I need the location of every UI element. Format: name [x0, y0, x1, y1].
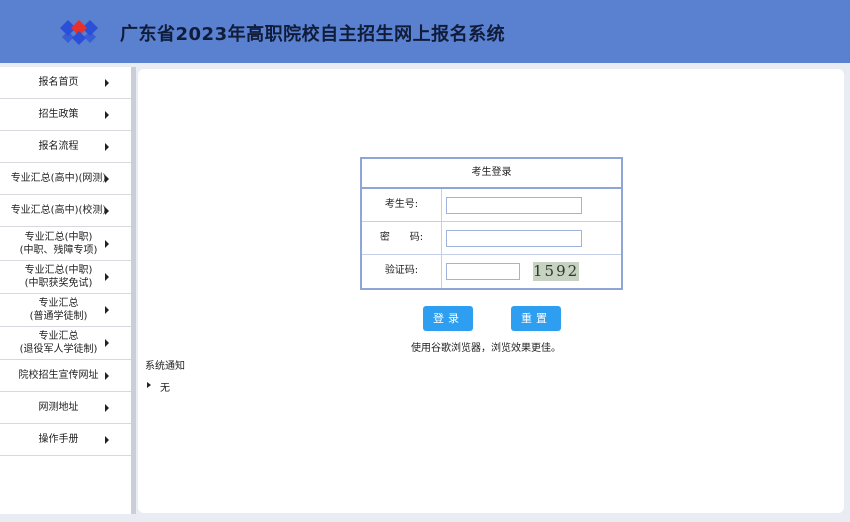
password-row: 密 码: [362, 222, 621, 255]
caret-right-icon [105, 110, 109, 119]
sidebar-item-majors-veteran[interactable]: 专业汇总 (退役军人学徒制) [0, 327, 131, 360]
page-title: 广东省2023年高职院校自主招生网上报名系统 [120, 24, 506, 45]
exam-no-row: 考生号: [362, 189, 621, 222]
caret-right-icon [105, 435, 109, 444]
sidebar-item-majors-apprentice[interactable]: 专业汇总 (普通学徒制) [0, 294, 131, 327]
sidebar-item-manual[interactable]: 操作手册 [0, 424, 131, 456]
caret-right-icon [147, 382, 151, 388]
password-label: 密 码: [362, 222, 442, 254]
sidebar-item-label: 专业汇总(中职) (中职获奖免试) [24, 265, 93, 289]
caret-right-icon [105, 371, 109, 380]
captcha-input[interactable] [446, 263, 520, 280]
sidebar-item-majors-vocational-award[interactable]: 专业汇总(中职) (中职获奖免试) [0, 261, 131, 294]
caret-right-icon [105, 206, 109, 215]
caret-right-icon [105, 239, 109, 248]
sidebar-nav: 报名首页 招生政策 报名流程 专业汇总(高中)(网测) 专业汇总(高中)(校测)… [0, 67, 136, 514]
login-title: 考生登录 [362, 159, 621, 189]
sidebar-item-label: 专业汇总(高中)(校测) [10, 205, 107, 216]
notice-title: 系统通知 [145, 361, 185, 372]
sidebar-item-process[interactable]: 报名流程 [0, 131, 131, 163]
sidebar-item-label: 专业汇总 (普通学徒制) [29, 298, 88, 322]
sidebar-item-label: 报名首页 [38, 77, 79, 88]
sidebar-item-label: 网测地址 [38, 402, 79, 413]
caret-right-icon [105, 174, 109, 183]
sidebar-item-majors-highschool-online[interactable]: 专业汇总(高中)(网测) [0, 163, 131, 195]
captcha-row: 验证码: 1592 [362, 255, 621, 288]
sidebar-item-home[interactable]: 报名首页 [0, 67, 131, 99]
login-button[interactable]: 登录 [423, 306, 473, 331]
sidebar-item-label: 院校招生宣传网址 [18, 370, 99, 381]
sidebar-item-majors-vocational-special[interactable]: 专业汇总(中职) (中职、残障专项) [0, 227, 131, 261]
main-panel: 考生登录 考生号: 密 码: 验证码: 1592 [138, 69, 844, 513]
captcha-label: 验证码: [362, 255, 442, 288]
notice-item[interactable]: 无 [160, 379, 170, 394]
exam-no-label: 考生号: [362, 189, 442, 221]
sidebar-item-label: 招生政策 [38, 109, 79, 120]
caret-right-icon [105, 273, 109, 281]
sidebar-item-label: 专业汇总(中职) (中职、残障专项) [19, 231, 98, 256]
login-form: 考生登录 考生号: 密 码: 验证码: 1592 [360, 157, 623, 290]
caret-right-icon [105, 403, 109, 412]
password-input[interactable] [446, 230, 582, 247]
sidebar-item-label: 操作手册 [38, 434, 79, 445]
caret-right-icon [105, 339, 109, 347]
sidebar-item-label: 报名流程 [38, 141, 79, 152]
caret-right-icon [105, 142, 109, 151]
exam-no-input[interactable] [446, 197, 582, 214]
reset-button[interactable]: 重置 [511, 306, 561, 331]
sidebar-item-online-test[interactable]: 网测地址 [0, 392, 131, 424]
sidebar-item-policy[interactable]: 招生政策 [0, 99, 131, 131]
sidebar-item-label: 专业汇总(高中)(网测) [10, 173, 107, 184]
sidebar-item-majors-highschool-school[interactable]: 专业汇总(高中)(校测) [0, 195, 131, 227]
logo-icon [60, 20, 98, 45]
caret-right-icon [105, 78, 109, 87]
header-bar: 广东省2023年高职院校自主招生网上报名系统 [0, 0, 850, 63]
sidebar-item-label: 专业汇总 (退役军人学徒制) [19, 331, 98, 355]
browser-hint: 使用谷歌浏览器，浏览效果更佳。 [411, 343, 561, 354]
caret-right-icon [105, 306, 109, 314]
sidebar-item-promo-links[interactable]: 院校招生宣传网址 [0, 360, 131, 392]
captcha-image[interactable]: 1592 [533, 262, 579, 281]
